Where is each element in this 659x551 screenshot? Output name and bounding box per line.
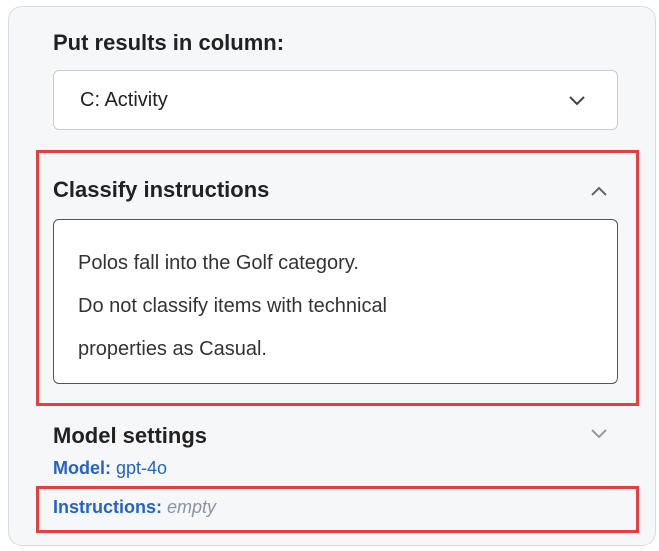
instructions-value: empty bbox=[167, 497, 217, 517]
model-label: Model: bbox=[53, 458, 111, 478]
instruction-line: Do not classify items with technical bbox=[78, 295, 388, 317]
chevron-down-icon[interactable] bbox=[590, 428, 608, 440]
model-settings-title[interactable]: Model settings bbox=[53, 423, 207, 449]
chevron-up-icon[interactable] bbox=[590, 185, 608, 197]
instructions-setting-row[interactable]: Instructions: empty bbox=[53, 497, 216, 518]
classify-instructions-input[interactable]: Polos fall into the Golf category. Do no… bbox=[53, 219, 618, 384]
model-setting-row[interactable]: Model: gpt-4o bbox=[53, 458, 167, 479]
model-value: gpt-4o bbox=[116, 458, 168, 478]
instruction-line: properties as Casual. bbox=[78, 338, 267, 360]
instructions-label: Instructions: bbox=[53, 497, 163, 517]
instruction-line: Polos fall into the Golf category. bbox=[78, 252, 359, 274]
output-column-value: C: Activity bbox=[80, 89, 168, 111]
chevron-down-icon bbox=[569, 96, 585, 106]
classify-instructions-title[interactable]: Classify instructions bbox=[53, 177, 269, 203]
output-column-label: Put results in column: bbox=[53, 30, 285, 55]
output-column-select[interactable]: C: Activity bbox=[53, 70, 618, 130]
